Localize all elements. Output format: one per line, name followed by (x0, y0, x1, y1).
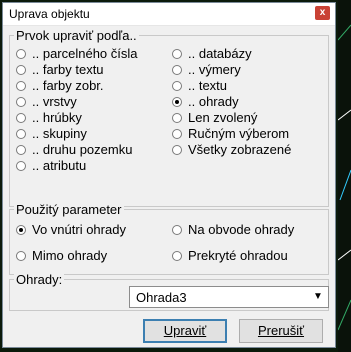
radio-circle (172, 113, 182, 123)
radio-layer[interactable]: .. vrstvy (16, 94, 77, 109)
radio-circle (172, 65, 182, 75)
radio-only-selected[interactable]: Len zvolený (172, 110, 257, 125)
radio-land-type[interactable]: .. druhu pozemku (16, 142, 132, 157)
radio-manual-selection[interactable]: Ručným výberom (172, 126, 289, 141)
parameter-group: Použitý parameter Vo vnútri ohrady Na ob… (9, 202, 329, 275)
apply-button[interactable]: Upraviť (143, 319, 227, 343)
radio-circle (172, 145, 182, 155)
radio-circle (172, 81, 182, 91)
radio-fence[interactable]: .. ohrady (172, 94, 239, 109)
radio-circle (16, 81, 26, 91)
parameter-legend: Použitý parameter (14, 202, 124, 217)
radio-group[interactable]: .. skupiny (16, 126, 87, 141)
radio-area[interactable]: .. výmery (172, 62, 241, 77)
radio-circle (16, 65, 26, 75)
radio-circle (172, 129, 182, 139)
edit-object-dialog: Uprava objektu x Prvok upraviť podľa.. .… (2, 2, 336, 348)
close-icon: x (319, 7, 326, 18)
fences-legend: Ohrady: (14, 272, 65, 287)
edit-by-legend: Prvok upraviť podľa.. (14, 28, 139, 43)
radio-text[interactable]: .. textu (172, 78, 227, 93)
radio-circle-selected (16, 225, 26, 235)
radio-parcel-number[interactable]: .. parcelného čísla (16, 46, 138, 61)
edit-by-group: Prvok upraviť podľa.. .. parcelného čísl… (9, 28, 329, 207)
radio-circle (172, 225, 182, 235)
radio-attribute[interactable]: .. atributu (16, 158, 86, 173)
radio-circle (172, 251, 182, 261)
cancel-button[interactable]: Prerušiť (239, 319, 323, 343)
radio-circle (16, 161, 26, 171)
radio-circle-selected (172, 97, 182, 107)
radio-circle (172, 49, 182, 59)
radio-circle (16, 251, 26, 261)
radio-database[interactable]: .. databázy (172, 46, 252, 61)
radio-circle (16, 129, 26, 139)
radio-circle (16, 145, 26, 155)
radio-circle (16, 97, 26, 107)
fence-select-value: Ohrada3 (136, 290, 187, 305)
radio-circle (16, 49, 26, 59)
radio-text-color[interactable]: .. farby textu (16, 62, 104, 77)
radio-overlapped-by-fence[interactable]: Prekryté ohradou (172, 248, 288, 263)
radio-all-displayed[interactable]: Všetky zobrazené (172, 142, 291, 157)
cad-lines (338, 24, 351, 331)
background-drawing (338, 0, 351, 352)
fence-select[interactable]: Ohrada3 ▼ (129, 286, 329, 308)
window-title: Uprava objektu (9, 7, 90, 21)
radio-on-fence-boundary[interactable]: Na obvode ohrady (172, 222, 294, 237)
radio-thickness[interactable]: .. hrúbky (16, 110, 82, 125)
radio-outside-fence[interactable]: Mimo ohrady (16, 248, 107, 263)
title-bar: Uprava objektu x (3, 3, 335, 26)
chevron-down-icon[interactable]: ▼ (310, 289, 326, 305)
close-button[interactable]: x (315, 6, 330, 20)
radio-inside-fence[interactable]: Vo vnútri ohrady (16, 222, 126, 237)
radio-display-color[interactable]: .. farby zobr. (16, 78, 104, 93)
radio-circle (16, 113, 26, 123)
